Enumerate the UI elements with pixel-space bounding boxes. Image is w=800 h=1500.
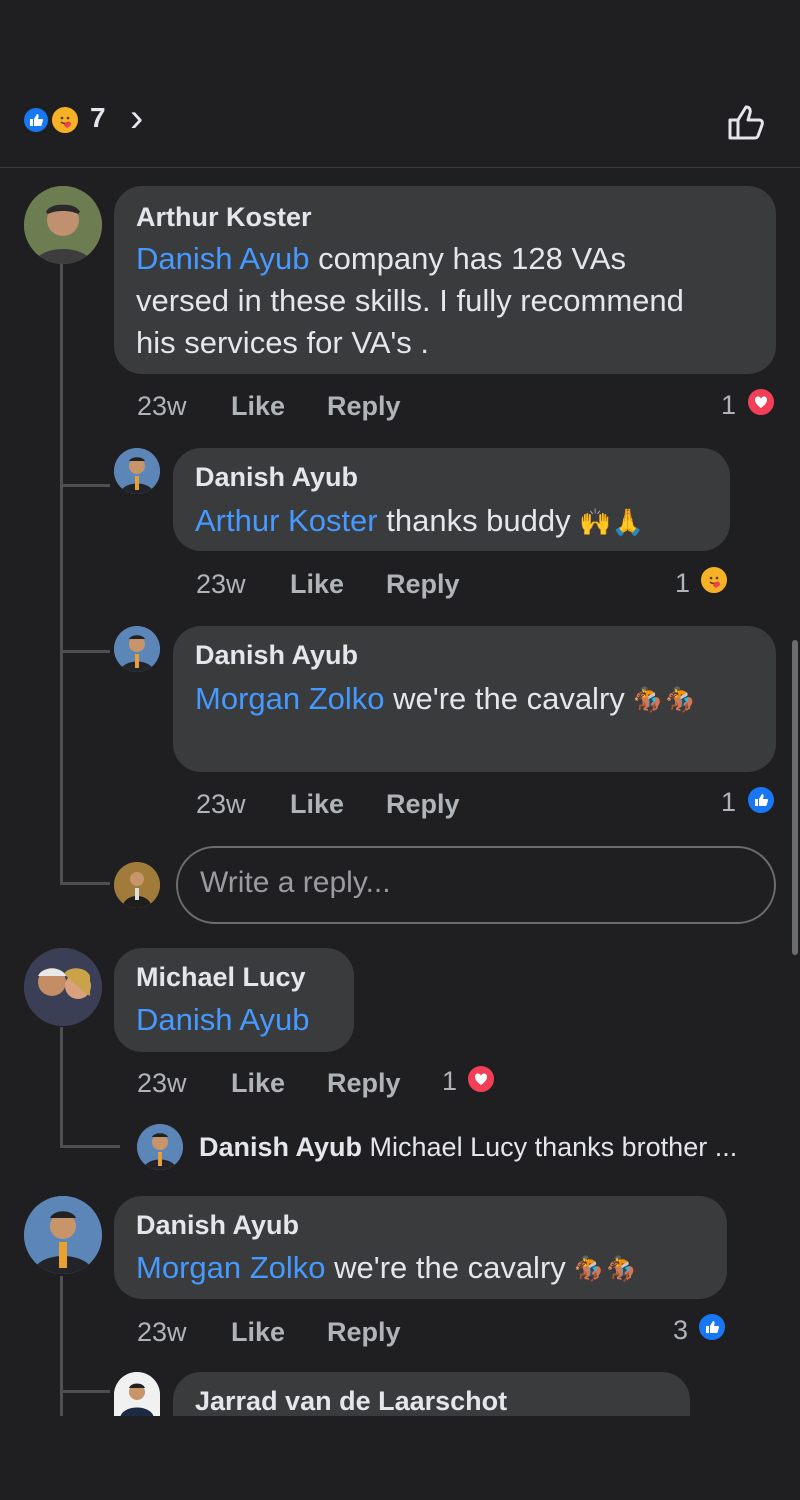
like-button[interactable]: Like: [231, 1317, 285, 1348]
like-reaction-icon[interactable]: [22, 106, 50, 134]
thread-connector: [60, 1390, 110, 1393]
like-button[interactable]: Like: [290, 569, 344, 600]
care-reaction-icon[interactable]: [699, 565, 729, 595]
avatar[interactable]: [24, 1196, 102, 1274]
thumbs-up-outline-icon[interactable]: [726, 102, 768, 147]
reply-input[interactable]: Write a reply...: [176, 846, 776, 924]
reply-button[interactable]: Reply: [327, 391, 401, 422]
comment-author[interactable]: Danish Ayub: [136, 1210, 299, 1241]
thread-connector: [60, 484, 110, 487]
comment-bubble: Michael Lucy Danish Ayub: [114, 948, 354, 1052]
reaction-count[interactable]: 7: [90, 102, 106, 134]
reaction-count[interactable]: 1: [721, 787, 736, 818]
like-button[interactable]: Like: [290, 789, 344, 820]
comment-text: Morgan Zolko we're the cavalry 🏇🏇: [136, 1250, 640, 1285]
comment-author[interactable]: Arthur Koster: [136, 202, 312, 233]
thread-line: [60, 1027, 63, 1147]
thread-connector: [60, 650, 110, 653]
avatar[interactable]: [24, 948, 102, 1026]
mention-link[interactable]: Arthur Koster: [195, 503, 378, 538]
comment-author[interactable]: Michael Lucy: [136, 962, 306, 993]
like-button[interactable]: Like: [231, 391, 285, 422]
comment-text: Michael Lucy thanks brother ...: [369, 1132, 738, 1162]
comment-author[interactable]: Danish Ayub: [199, 1132, 362, 1162]
love-reaction-icon[interactable]: [746, 387, 776, 417]
comment-bubble: Danish Ayub Arthur Koster thanks buddy 🙌…: [173, 448, 730, 551]
comment-time[interactable]: 23w: [137, 1317, 187, 1348]
avatar[interactable]: [114, 448, 160, 494]
love-reaction-icon[interactable]: [466, 1064, 496, 1094]
like-reaction-icon[interactable]: [746, 785, 776, 815]
comment-time[interactable]: 23w: [196, 569, 246, 600]
thread-line: [60, 1276, 63, 1416]
thread-line: [60, 264, 63, 884]
scrollbar[interactable]: [792, 640, 798, 955]
mention-link[interactable]: Danish Ayub: [136, 241, 310, 276]
reaction-count[interactable]: 1: [442, 1066, 457, 1097]
chevron-right-icon[interactable]: ›: [130, 96, 143, 141]
reaction-count[interactable]: 1: [721, 390, 736, 421]
comment-author[interactable]: Jarrad van de Laarschot: [195, 1386, 507, 1417]
collapsed-reply[interactable]: Danish Ayub Michael Lucy thanks brother …: [199, 1132, 737, 1163]
avatar[interactable]: [137, 1124, 183, 1170]
thread-connector: [60, 1145, 120, 1148]
care-reaction-icon[interactable]: [50, 105, 80, 135]
thread-connector: [60, 882, 110, 885]
reaction-count[interactable]: 1: [675, 568, 690, 599]
comment-text: Morgan Zolko we're the cavalry 🏇🏇: [195, 681, 699, 716]
comment-bubble: Jarrad van de Laarschot: [173, 1372, 690, 1416]
avatar[interactable]: [114, 1372, 160, 1416]
comment-time[interactable]: 23w: [137, 391, 187, 422]
like-reaction-icon[interactable]: [697, 1312, 727, 1342]
comment-text: Danish Ayub: [136, 999, 310, 1041]
avatar[interactable]: [24, 186, 102, 264]
reply-button[interactable]: Reply: [386, 789, 460, 820]
avatar[interactable]: [114, 626, 160, 672]
comment-bubble: Arthur Koster Danish Ayub company has 12…: [114, 186, 776, 374]
comment-text: Arthur Koster thanks buddy 🙌🙏: [195, 503, 645, 538]
reaction-count[interactable]: 3: [673, 1315, 688, 1346]
comment-bubble: Danish Ayub Morgan Zolko we're the caval…: [114, 1196, 727, 1299]
avatar: [114, 862, 160, 908]
reply-button[interactable]: Reply: [386, 569, 460, 600]
comment-time[interactable]: 23w: [196, 789, 246, 820]
comment-author[interactable]: Danish Ayub: [195, 640, 358, 671]
mention-link[interactable]: Morgan Zolko: [195, 681, 385, 716]
comment-text: Danish Ayub company has 128 VAs versed i…: [136, 241, 684, 360]
comment-bubble: Danish Ayub Morgan Zolko we're the caval…: [173, 626, 776, 772]
like-button[interactable]: Like: [231, 1068, 285, 1099]
reply-button[interactable]: Reply: [327, 1068, 401, 1099]
reactions-bar: [0, 80, 800, 168]
reply-button[interactable]: Reply: [327, 1317, 401, 1348]
mention-link[interactable]: Danish Ayub: [136, 1002, 310, 1037]
comment-author[interactable]: Danish Ayub: [195, 462, 358, 493]
comment-time[interactable]: 23w: [137, 1068, 187, 1099]
bottom-area: [0, 1416, 800, 1500]
mention-link[interactable]: Morgan Zolko: [136, 1250, 326, 1285]
